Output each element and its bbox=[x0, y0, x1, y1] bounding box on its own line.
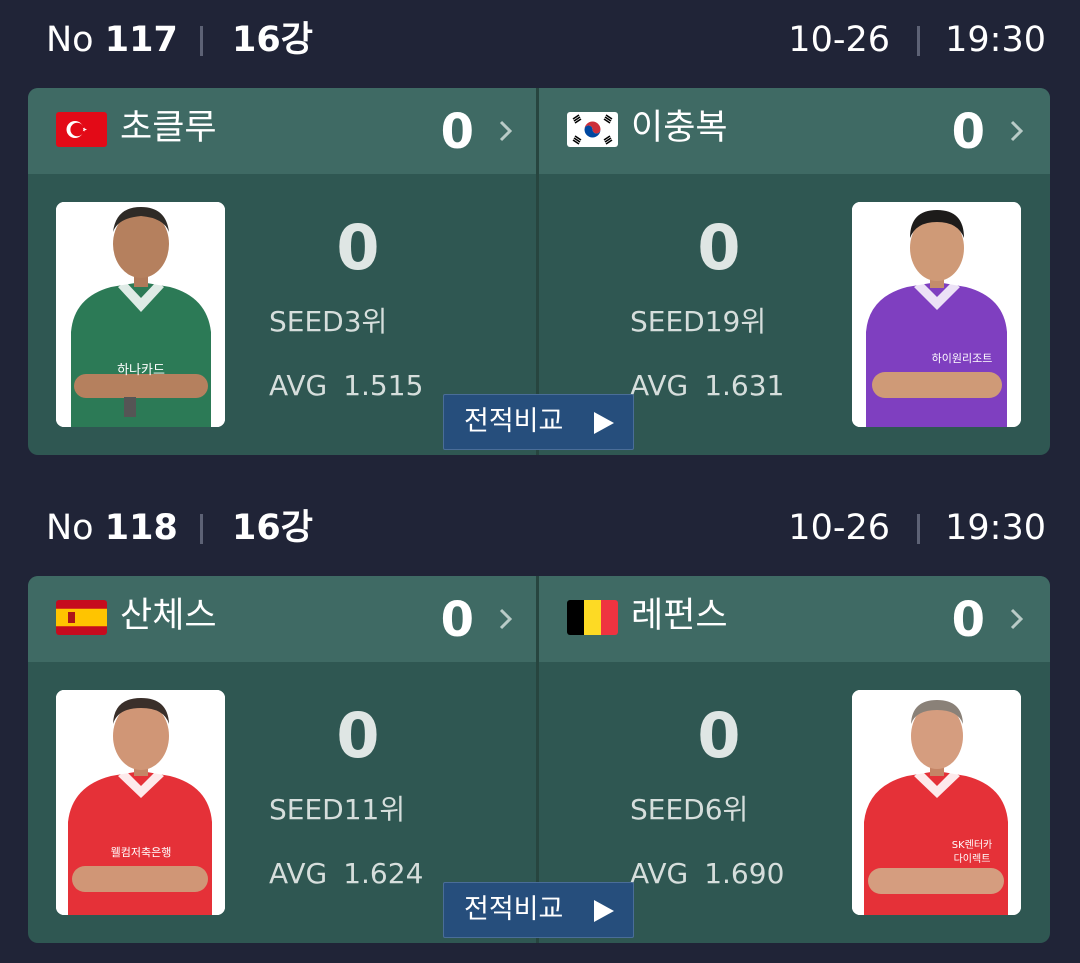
match-card: 산체스 0 레펀스 0 웰컴저축은행 0 SEED11위 AVG 1.624 0… bbox=[28, 576, 1050, 943]
play-icon bbox=[594, 412, 614, 434]
player-average: AVG 1.631 bbox=[630, 366, 784, 406]
player-score: 0 bbox=[336, 699, 380, 772]
avg-value: 1.690 bbox=[704, 857, 785, 890]
avg-label: AVG bbox=[269, 857, 328, 890]
match-card: 초클루 0 이충복 0 하나카드 0 SEED3위 AVG 1.515 0 SE… bbox=[28, 88, 1050, 455]
round-label: 16강 bbox=[232, 508, 313, 548]
set-score: 0 bbox=[440, 104, 474, 160]
sponsor-logo: 웰컴저축은행 bbox=[111, 846, 172, 859]
compare-button-label: 전적비교 bbox=[464, 894, 564, 925]
avg-value: 1.515 bbox=[343, 369, 424, 402]
player-score: 0 bbox=[697, 699, 741, 772]
match-number-label: No bbox=[46, 508, 94, 548]
avg-label: AVG bbox=[630, 369, 689, 402]
player-photo[interactable]: 하이원리조트 bbox=[852, 202, 1021, 427]
compare-record-button[interactable]: 전적비교 bbox=[443, 882, 634, 938]
avg-value: 1.631 bbox=[704, 369, 785, 402]
sponsor-logo: 다이렉트 bbox=[954, 853, 991, 865]
player-seed: SEED19위 bbox=[630, 305, 767, 338]
match-number: No 117 bbox=[46, 18, 178, 62]
player-seed: SEED6위 bbox=[630, 793, 749, 826]
set-score: 0 bbox=[951, 104, 985, 160]
match-date: 10-26 bbox=[788, 20, 890, 60]
player-name: 레펀스 bbox=[631, 596, 728, 636]
header-separator bbox=[200, 26, 203, 56]
match-number-value: 117 bbox=[104, 20, 178, 60]
turkey-flag-icon bbox=[56, 112, 107, 147]
sponsor-logo: 하나카드 bbox=[117, 363, 165, 378]
player-name: 이충복 bbox=[631, 108, 728, 148]
player-average: AVG 1.515 bbox=[269, 366, 423, 406]
spain-flag-icon bbox=[56, 600, 107, 635]
player-name: 산체스 bbox=[120, 596, 217, 636]
header-separator bbox=[917, 26, 920, 56]
chevron-right-icon bbox=[1010, 120, 1024, 142]
chevron-right-icon bbox=[1010, 608, 1024, 630]
player-photo[interactable]: 웰컴저축은행 bbox=[56, 690, 225, 915]
chevron-right-icon bbox=[499, 608, 513, 630]
player-photo[interactable]: 하나카드 bbox=[56, 202, 225, 427]
sponsor-logo: SK렌터카 bbox=[952, 839, 993, 851]
player-header-right[interactable]: 레펀스 0 bbox=[539, 576, 1047, 662]
set-score: 0 bbox=[440, 592, 474, 648]
korea-flag-icon bbox=[567, 112, 618, 147]
set-score: 0 bbox=[951, 592, 985, 648]
avg-value: 1.624 bbox=[343, 857, 424, 890]
match-time: 19:30 bbox=[945, 508, 1046, 548]
compare-record-button[interactable]: 전적비교 bbox=[443, 394, 634, 450]
round-label: 16강 bbox=[232, 20, 313, 60]
match-118: No 118 16강 10-26 19:30 산체스 0 레펀스 0 웰컴저축은… bbox=[0, 488, 1080, 958]
player-header-left[interactable]: 초클루 0 bbox=[28, 88, 536, 174]
match-date: 10-26 bbox=[788, 508, 890, 548]
player-header-left[interactable]: 산체스 0 bbox=[28, 576, 536, 662]
play-icon bbox=[594, 900, 614, 922]
player-seed: SEED11위 bbox=[269, 793, 406, 826]
player-average: AVG 1.690 bbox=[630, 854, 784, 894]
match-header: No 117 16강 10-26 19:30 bbox=[0, 0, 1080, 84]
compare-button-label: 전적비교 bbox=[464, 406, 564, 437]
header-separator bbox=[200, 514, 203, 544]
header-separator bbox=[917, 514, 920, 544]
player-average: AVG 1.624 bbox=[269, 854, 423, 894]
player-header-right[interactable]: 이충복 0 bbox=[539, 88, 1047, 174]
avg-label: AVG bbox=[630, 857, 689, 890]
chevron-right-icon bbox=[499, 120, 513, 142]
player-photo[interactable]: SK렌터카 다이렉트 bbox=[852, 690, 1021, 915]
belgium-flag-icon bbox=[567, 600, 618, 635]
player-name: 초클루 bbox=[120, 108, 217, 148]
player-score: 0 bbox=[336, 211, 380, 284]
match-number-label: No bbox=[46, 20, 94, 60]
match-number-value: 118 bbox=[104, 508, 178, 548]
match-117: No 117 16강 10-26 19:30 초클루 0 이충복 0 하나카드 … bbox=[0, 0, 1080, 470]
avg-label: AVG bbox=[269, 369, 328, 402]
sponsor-logo: 하이원리조트 bbox=[932, 351, 993, 365]
player-score: 0 bbox=[697, 211, 741, 284]
match-number: No 118 bbox=[46, 506, 178, 550]
match-header: No 118 16강 10-26 19:30 bbox=[0, 488, 1080, 572]
player-seed: SEED3위 bbox=[269, 305, 388, 338]
match-time: 19:30 bbox=[945, 20, 1046, 60]
